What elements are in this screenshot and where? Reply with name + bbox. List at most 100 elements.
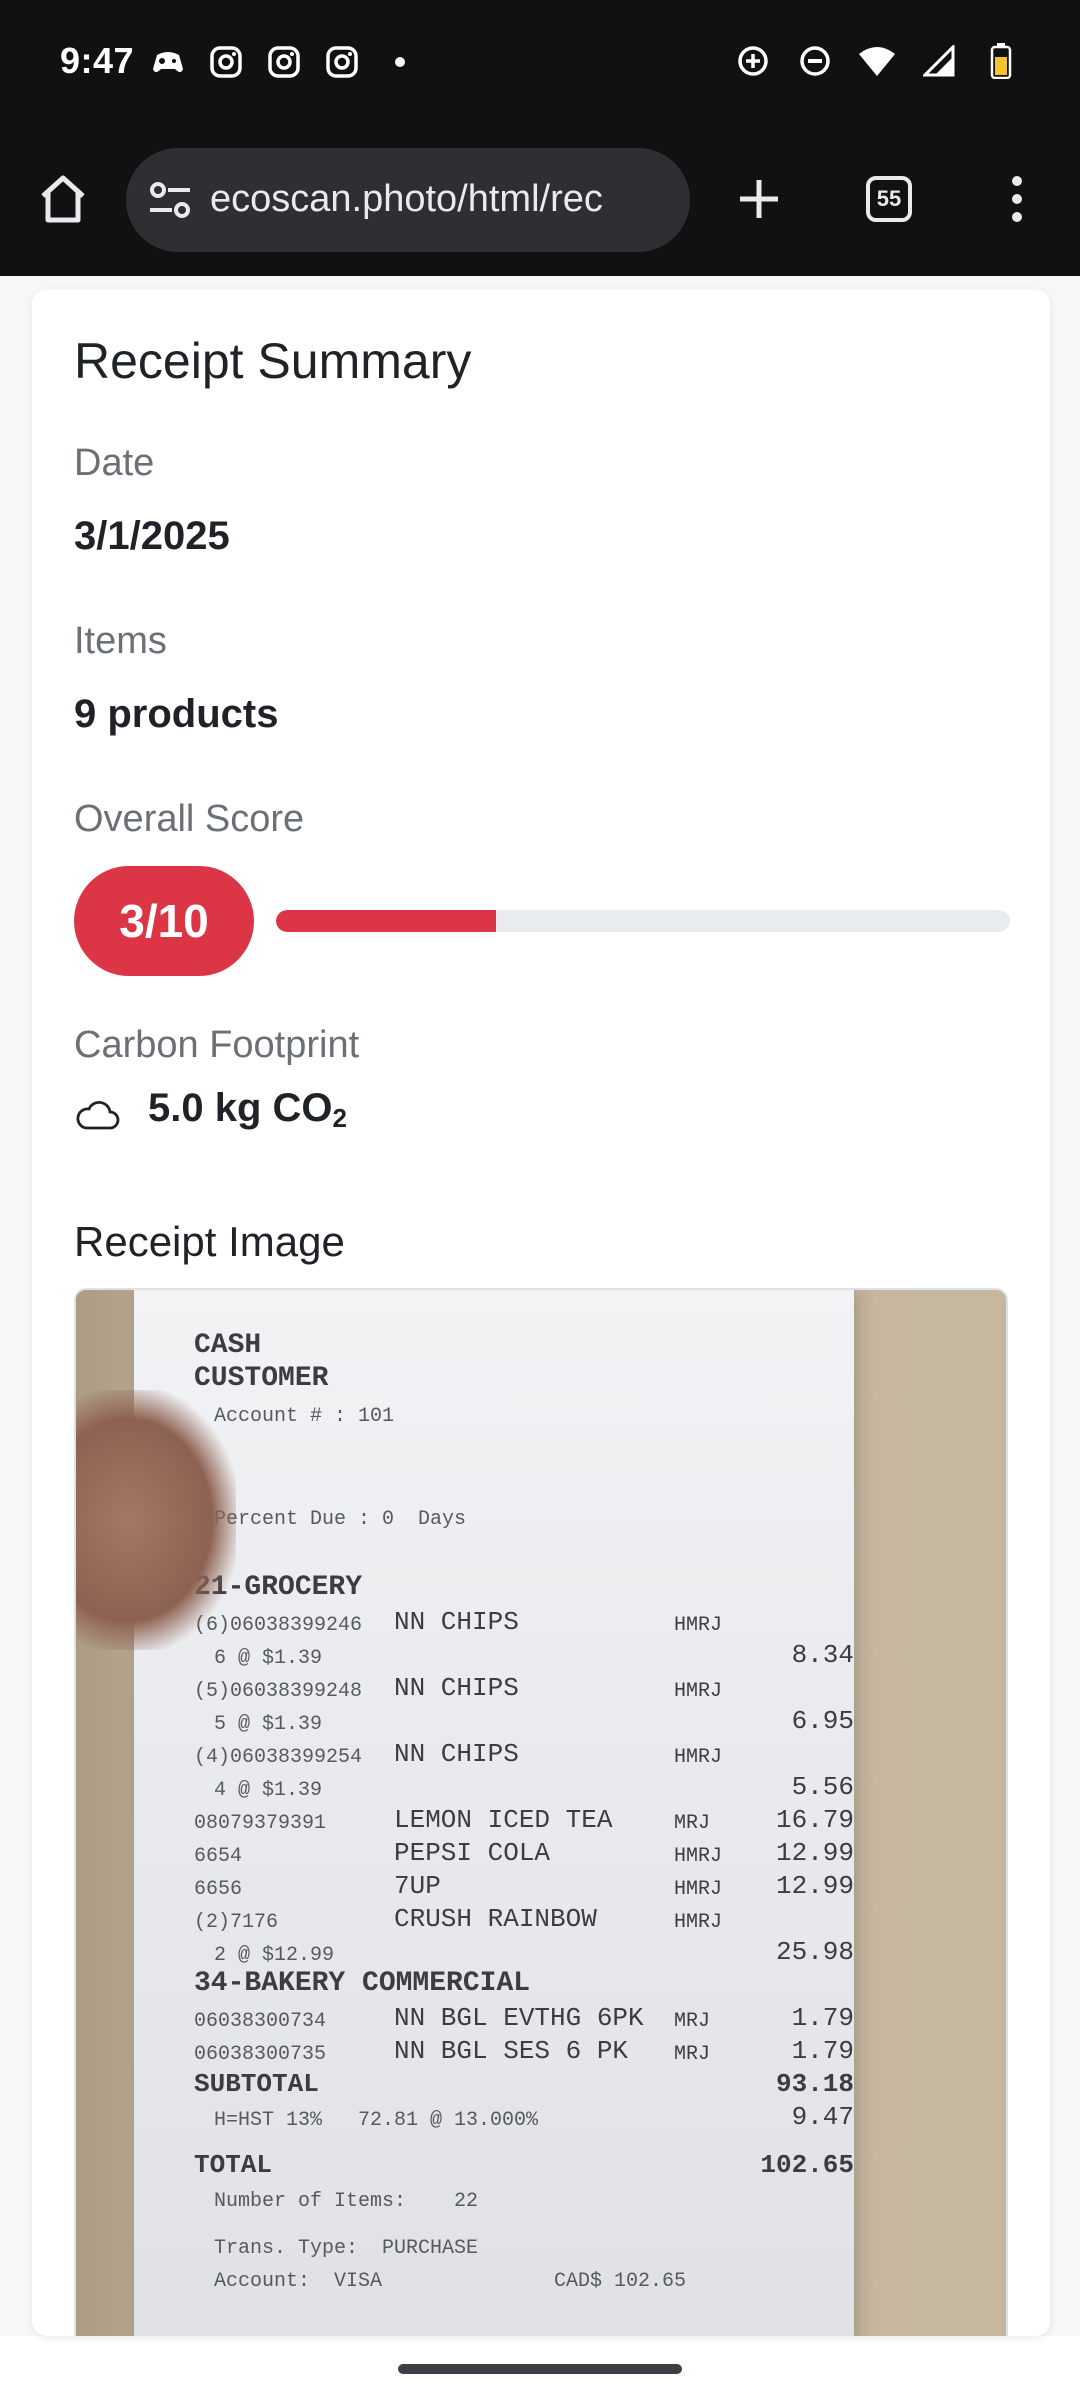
- receipt-tax-row: H=HST 13% 72.81 @ 13.000% 9.47: [194, 2100, 854, 2133]
- receipt-line-qty: 4 @ $1.39: [214, 1779, 323, 1802]
- receipt-subtotal-label: SUBTOTAL: [194, 2068, 319, 2099]
- finger-photo-area: [76, 1390, 236, 1650]
- receipt-line-amount: 1.79: [791, 2035, 854, 2066]
- receipt-header-customer: CUSTOMER: [194, 1363, 329, 1394]
- receipt-line-desc: LEMON ICED TEA: [394, 1804, 613, 1835]
- status-bar: 9:47: [0, 0, 1080, 128]
- receipt-lines-grocery: (6)06038399246 NN CHIPS HMRJ 6 @ $1.39 8.34(…: [194, 1605, 854, 1968]
- receipt-image: CASH CUSTOMER Account # : 101 Percent Du…: [74, 1288, 1008, 2336]
- receipt-line-desc: NN BGL SES 6 PK: [394, 2035, 629, 2066]
- instagram-icon: [324, 44, 360, 80]
- receipt-dept-bakery: 34-BAKERY COMMERCIAL: [194, 1968, 531, 1999]
- receipt-image-heading: Receipt Image: [74, 1218, 345, 1265]
- receipt-total-row: TOTAL 102.65: [194, 2133, 854, 2181]
- receipt-line: (6)06038399246 NN CHIPS HMRJ: [194, 1605, 854, 1638]
- receipt-line-desc: PEPSI COLA: [394, 1837, 551, 1868]
- receipt-line-flag: HMRJ: [674, 1680, 723, 1703]
- items-value: 9 products: [74, 692, 279, 736]
- system-icons: [734, 42, 1020, 80]
- receipt-line: 6654 PEPSI COLA HMRJ 12.99: [194, 1836, 854, 1869]
- wifi-icon: [858, 42, 896, 80]
- date-label: Date: [74, 442, 155, 484]
- receipt-line: (2)7176 CRUSH RAINBOW HMRJ: [194, 1902, 854, 1935]
- receipt-line-flag: MRJ: [674, 2010, 711, 2033]
- receipt-line-desc: NN CHIPS: [394, 1738, 519, 1769]
- receipt-summary-card: Receipt Summary Date 3/1/2025 Items 9 pr…: [32, 290, 1050, 2336]
- receipt-line-code: 08079379391: [194, 1812, 327, 1835]
- receipt-line-amount: 5.56: [791, 1771, 854, 1802]
- score-progress-fill: [276, 910, 497, 932]
- receipt-subtotal-row: SUBTOTAL 93.18: [194, 2067, 854, 2100]
- receipt-num-items: Number of Items: 22: [214, 2190, 479, 2213]
- receipt-account: Account # : 101: [214, 1405, 395, 1428]
- receipt-line: (4)06038399254 NN CHIPS HMRJ: [194, 1737, 854, 1770]
- receipt-line-amount: 8.34: [791, 1639, 854, 1670]
- receipt-line-flag: HMRJ: [674, 1746, 723, 1769]
- tab-count: 55: [866, 176, 912, 222]
- score-label: Overall Score: [74, 798, 305, 840]
- tab-switcher-button[interactable]: 55: [858, 168, 920, 230]
- data-saver-icon: [734, 42, 772, 80]
- receipt-line: 4 @ $1.39 5.56: [194, 1770, 854, 1803]
- receipt-line-flag: HMRJ: [674, 1845, 723, 1868]
- instagram-icon: [266, 44, 302, 80]
- receipt-line-qty: 6 @ $1.39: [214, 1647, 323, 1670]
- home-button[interactable]: [30, 166, 96, 232]
- receipt-line: (5)06038399248 NN CHIPS HMRJ: [194, 1671, 854, 1704]
- receipt-line-amount: 12.99: [775, 1870, 854, 1901]
- battery-icon: [982, 42, 1020, 80]
- home-icon: [41, 175, 85, 223]
- receipt-line-flag: HMRJ: [674, 1614, 723, 1637]
- carbon-value-text: 5.0 kg CO: [148, 1086, 333, 1130]
- receipt-line: 2 @ $12.99 25.98: [194, 1935, 854, 1968]
- receipt-line: 08079379391 LEMON ICED TEA MRJ 16.79: [194, 1803, 854, 1836]
- receipt-tax-line: H=HST 13% 72.81 @ 13.000%: [214, 2109, 539, 2132]
- receipt-line-qty: 2 @ $12.99: [214, 1944, 335, 1967]
- receipt-paper: CASH CUSTOMER Account # : 101 Percent Du…: [134, 1290, 854, 2336]
- carbon-value: 5.0 kg CO2: [148, 1086, 347, 1134]
- date-value: 3/1/2025: [74, 514, 230, 558]
- carbon-label: Carbon Footprint: [74, 1024, 360, 1066]
- receipt-line-flag: MRJ: [674, 1812, 711, 1835]
- receipt-trans-type: Trans. Type: PURCHASE: [214, 2237, 479, 2260]
- receipt-line: 6656 7UP HMRJ 12.99: [194, 1869, 854, 1902]
- status-time: 9:47: [60, 40, 135, 81]
- score-progress-track: [276, 910, 1010, 932]
- receipt-dept-grocery: 21-GROCERY: [194, 1572, 363, 1603]
- receipt-line-amount: 1.79: [791, 2002, 854, 2033]
- menu-button[interactable]: [990, 166, 1044, 232]
- plus-icon: [740, 180, 778, 218]
- receipt-account-type: Account: VISA: [214, 2270, 383, 2293]
- receipt-line: 5 @ $1.39 6.95: [194, 1704, 854, 1737]
- receipt-subtotal: 93.18: [775, 2068, 854, 2099]
- cloud-icon: [76, 1100, 120, 1130]
- receipt-line-code: 6654: [194, 1845, 243, 1868]
- instagram-icon: [208, 44, 244, 80]
- receipt-lines-bakery: 06038300734 NN BGL EVTHG 6PK MRJ 1.79 060383…: [194, 2001, 854, 2067]
- receipt-line-desc: NN BGL EVTHG 6PK: [394, 2002, 644, 2033]
- receipt-line-code: (2)7176: [194, 1911, 279, 1934]
- receipt-total: 102.65: [760, 2149, 854, 2180]
- receipt-cad: CAD$ 102.65: [554, 2270, 687, 2293]
- receipt-header-cash: CASH: [194, 1330, 262, 1361]
- carbon-subscript: 2: [332, 1103, 347, 1133]
- receipt-line-desc: CRUSH RAINBOW: [394, 1903, 597, 1934]
- receipt-line-amount: 6.95: [791, 1705, 854, 1736]
- url-text[interactable]: ecoscan.photo/html/rec: [210, 178, 670, 224]
- gesture-nav-handle[interactable]: [398, 2364, 682, 2374]
- browser-toolbar: ecoscan.photo/html/rec 55: [0, 128, 1080, 276]
- receipt-line-qty: 5 @ $1.39: [214, 1713, 323, 1736]
- address-bar[interactable]: ecoscan.photo/html/rec: [126, 148, 690, 252]
- new-tab-button[interactable]: [726, 166, 792, 232]
- receipt-line-flag: MRJ: [674, 2043, 711, 2066]
- site-settings-icon[interactable]: [146, 176, 194, 224]
- receipt-line-amount: 25.98: [775, 1936, 854, 1967]
- receipt-line: 6 @ $1.39 8.34: [194, 1638, 854, 1671]
- receipt-text: CASH CUSTOMER Account # : 101 Percent Du…: [194, 1330, 854, 2294]
- do-not-disturb-icon: [796, 42, 834, 80]
- more-vert-icon: [1012, 176, 1022, 222]
- receipt-account-row: Account: VISA CAD$ 102.65: [194, 2261, 854, 2294]
- receipt-line-desc: NN CHIPS: [394, 1606, 519, 1637]
- receipt-line-flag: HMRJ: [674, 1878, 723, 1901]
- receipt-line-code: 06038300734: [194, 2010, 327, 2033]
